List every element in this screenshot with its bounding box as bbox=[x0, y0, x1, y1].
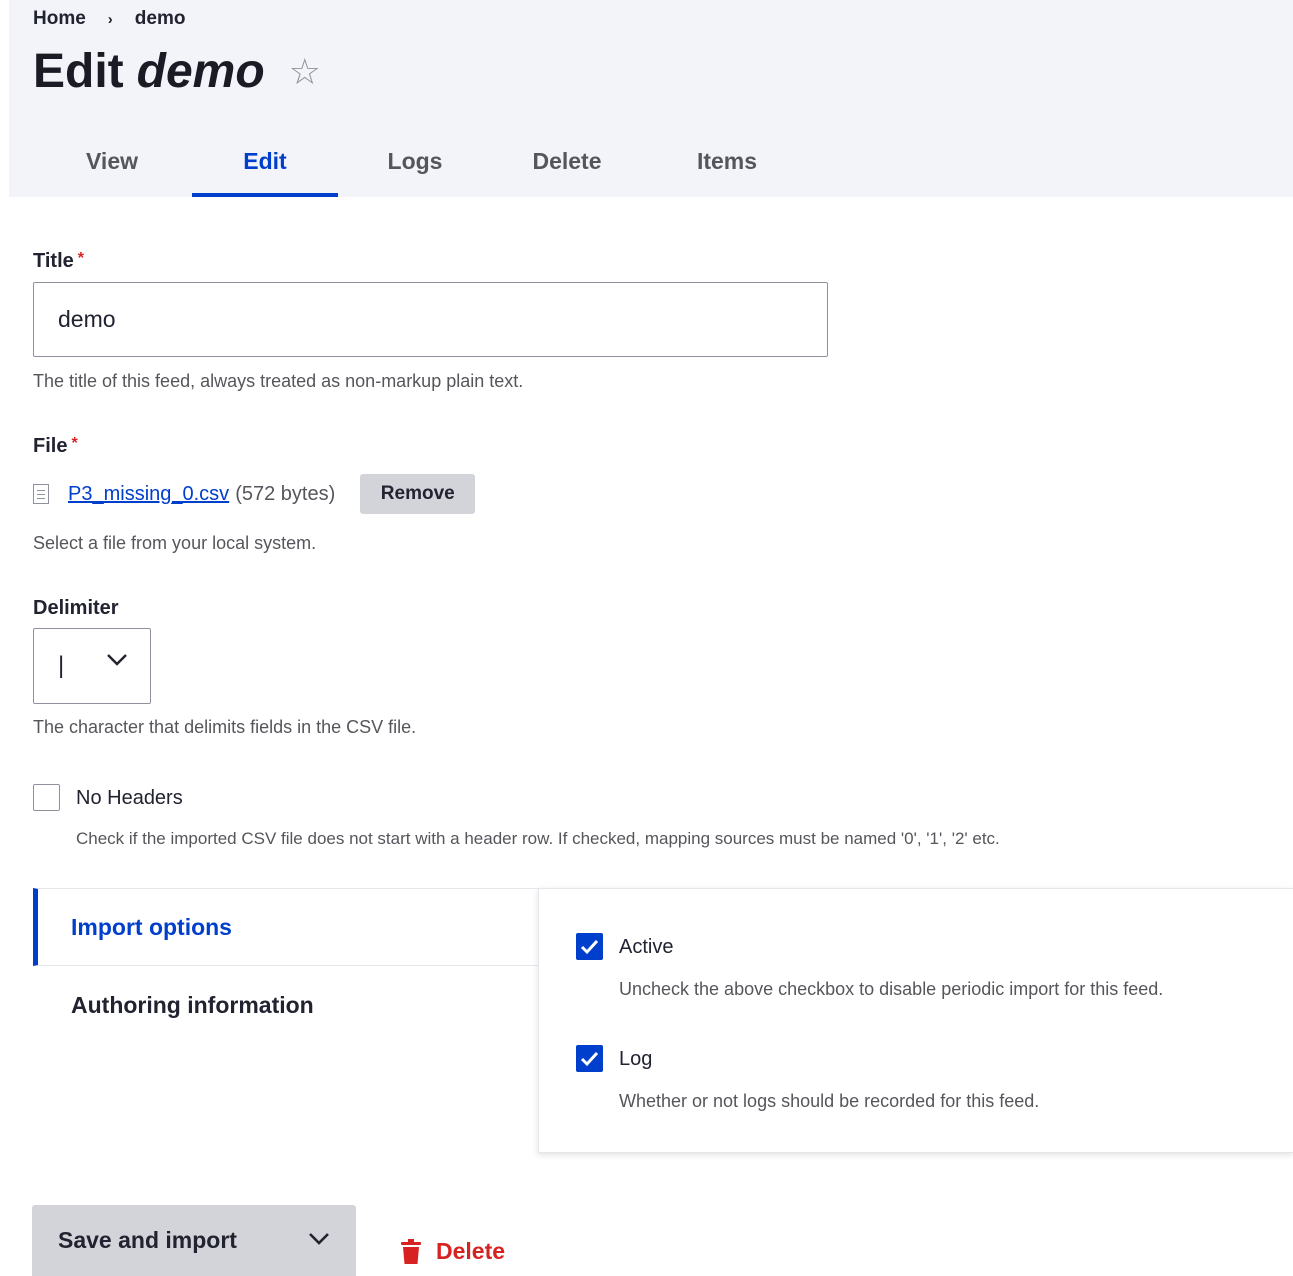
page-title-name: demo bbox=[136, 45, 265, 98]
tab-edit[interactable]: Edit bbox=[192, 130, 338, 197]
save-and-import-label: Save and import bbox=[58, 1227, 237, 1253]
file-size: (572 bytes) bbox=[235, 482, 336, 505]
active-label[interactable]: Active bbox=[619, 936, 673, 959]
page-title: Edit demo ☆ bbox=[33, 44, 321, 99]
log-checkbox[interactable] bbox=[576, 1045, 603, 1072]
required-marker: * bbox=[77, 250, 84, 267]
file-label: File * bbox=[33, 435, 78, 458]
chevron-down-icon bbox=[107, 654, 127, 666]
file-icon bbox=[33, 484, 49, 504]
save-and-import-button[interactable]: Save and import bbox=[32, 1205, 356, 1276]
delete-link[interactable]: Delete bbox=[400, 1238, 505, 1265]
title-label-text: Title bbox=[33, 250, 74, 272]
vertical-tab-import-options[interactable]: Import options bbox=[33, 888, 538, 966]
log-description: Whether or not logs should be recorded f… bbox=[619, 1091, 1040, 1111]
vertical-tab-panel: Active Uncheck the above checkbox to dis… bbox=[538, 888, 1293, 1153]
delimiter-description: The character that delimits fields in th… bbox=[33, 717, 417, 737]
delimiter-label: Delimiter bbox=[33, 597, 119, 619]
breadcrumb: Home › demo bbox=[33, 8, 185, 30]
file-link[interactable]: P3_missing_0.csv bbox=[68, 483, 229, 506]
check-icon bbox=[580, 939, 599, 955]
star-icon[interactable]: ☆ bbox=[289, 53, 321, 90]
check-icon bbox=[580, 1051, 599, 1067]
primary-tabs: View Edit Logs Delete Items bbox=[60, 130, 785, 197]
title-description: The title of this feed, always treated a… bbox=[33, 371, 524, 391]
chevron-down-icon[interactable] bbox=[308, 1232, 330, 1246]
trash-icon bbox=[401, 1238, 421, 1264]
tab-logs[interactable]: Logs bbox=[363, 130, 467, 197]
remove-button[interactable]: Remove bbox=[360, 474, 476, 514]
log-label[interactable]: Log bbox=[619, 1048, 652, 1071]
tab-items[interactable]: Items bbox=[669, 130, 785, 197]
delete-label: Delete bbox=[436, 1238, 506, 1264]
vertical-tab-authoring-information[interactable]: Authoring information bbox=[33, 966, 538, 1044]
file-description: Select a file from your local system. bbox=[33, 533, 317, 553]
page-title-prefix: Edit bbox=[33, 45, 124, 98]
no-headers-label[interactable]: No Headers bbox=[76, 787, 183, 810]
breadcrumb-separator: › bbox=[107, 10, 113, 28]
active-checkbox[interactable] bbox=[576, 933, 603, 960]
file-label-text: File bbox=[33, 435, 68, 457]
delimiter-value: | bbox=[58, 652, 65, 679]
file-widget: P3_missing_0.csv (572 bytes) Remove bbox=[33, 474, 476, 514]
title-input-value: demo bbox=[58, 306, 116, 332]
tab-delete[interactable]: Delete bbox=[505, 130, 629, 197]
tab-view[interactable]: View bbox=[60, 130, 164, 197]
title-input[interactable]: demo bbox=[33, 282, 828, 357]
breadcrumb-home-link[interactable]: Home bbox=[33, 8, 86, 30]
active-description: Uncheck the above checkbox to disable pe… bbox=[619, 979, 1164, 999]
delimiter-select[interactable]: | bbox=[33, 628, 151, 704]
breadcrumb-current: demo bbox=[134, 8, 186, 29]
no-headers-checkbox[interactable] bbox=[33, 784, 60, 811]
required-marker: * bbox=[71, 435, 78, 452]
no-headers-description: Check if the imported CSV file does not … bbox=[76, 829, 1000, 848]
title-label: Title * bbox=[33, 250, 84, 273]
